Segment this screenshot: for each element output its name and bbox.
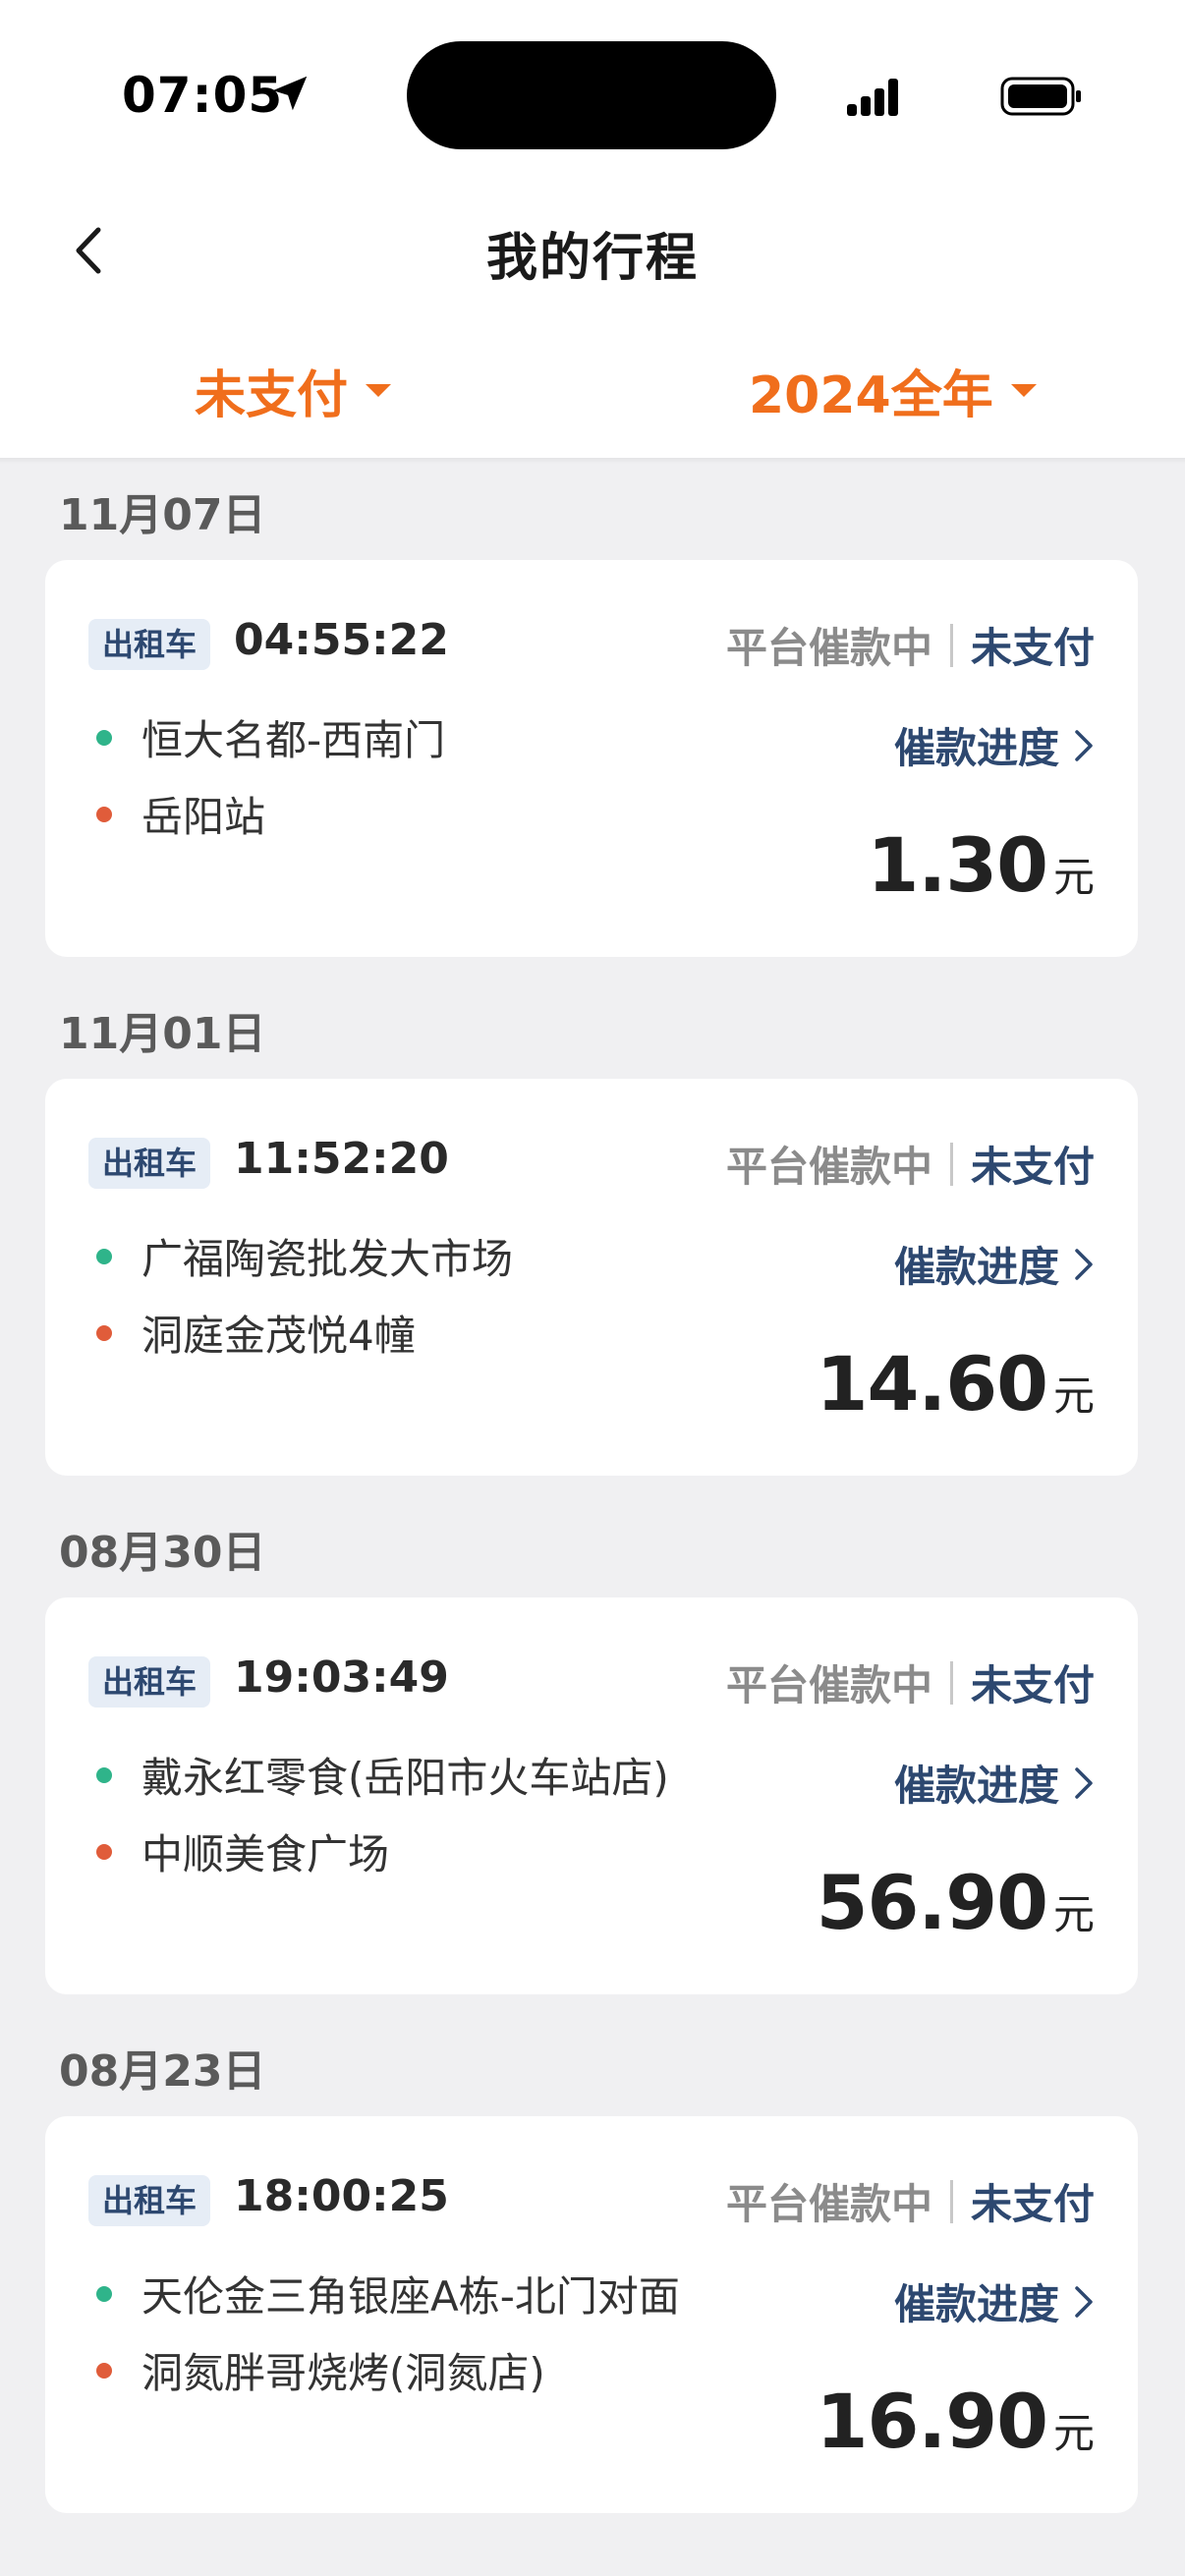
collection-progress-link[interactable]: 催款进度 xyxy=(894,1234,1095,1294)
header-divider xyxy=(0,458,1185,464)
status-time: 07:05 xyxy=(122,67,284,124)
date-header: 08月23日 xyxy=(59,2046,266,2097)
trip-amount: 14.60 元 xyxy=(817,1340,1095,1428)
end-location: 洞氮胖哥烧烤(洞氮店) xyxy=(141,2349,545,2397)
start-location: 天伦金三角银座A栋-北门对面 xyxy=(141,2272,680,2321)
route-start: 广福陶瓷批发大市场 xyxy=(96,1226,513,1286)
collection-progress-label: 催款进度 xyxy=(893,2280,1059,2328)
amount-unit: 元 xyxy=(1052,853,1095,901)
battery-icon xyxy=(1000,77,1081,116)
collection-progress-link[interactable]: 催款进度 xyxy=(894,2271,1095,2331)
platform-status: 平台催款中 xyxy=(725,624,932,672)
year-filter-dropdown[interactable]: 2024全年 xyxy=(749,354,1037,427)
route-start: 天伦金三角银座A栋-北门对面 xyxy=(96,2264,680,2324)
start-dot-icon xyxy=(96,2285,112,2302)
collection-progress-link[interactable]: 催款进度 xyxy=(894,1753,1095,1813)
date-header: 08月30日 xyxy=(59,1528,266,1578)
trip-time: 19:03:49 xyxy=(234,1652,449,1703)
amount-value: 14.60 xyxy=(816,1340,1048,1428)
trip-card[interactable]: 出租车 19:03:49 平台催款中 未支付 戴永红零食(岳阳市火车站店) 中顺… xyxy=(45,1597,1138,1994)
trip-status: 平台催款中 未支付 xyxy=(726,2171,1095,2231)
start-location: 戴永红零食(岳阳市火车站店) xyxy=(141,1754,669,1802)
chevron-right-icon xyxy=(1075,1766,1093,1799)
trip-card[interactable]: 出租车 04:55:22 平台催款中 未支付 恒大名都-西南门 岳阳站 催款进度… xyxy=(45,560,1138,957)
trip-amount: 56.90 元 xyxy=(817,1859,1095,1946)
navigation-bar: 我的行程 xyxy=(0,187,1185,314)
route-start: 恒大名都-西南门 xyxy=(96,707,445,767)
payment-status: 未支付 xyxy=(970,1661,1095,1709)
route-end: 中顺美食广场 xyxy=(96,1821,389,1881)
trip-time: 11:52:20 xyxy=(234,1134,449,1184)
payment-status: 未支付 xyxy=(970,624,1095,672)
platform-status: 平台催款中 xyxy=(725,1143,932,1191)
end-dot-icon xyxy=(96,1324,112,1341)
amount-unit: 元 xyxy=(1052,1372,1095,1420)
page: 07:05 我的行程 未支付 2024全年 11月07日 出租车 04:55:2… xyxy=(0,0,1185,2576)
date-header: 11月07日 xyxy=(59,490,266,540)
end-location: 中顺美食广场 xyxy=(141,1830,390,1878)
payment-status: 未支付 xyxy=(970,1143,1095,1191)
trip-status: 平台催款中 未支付 xyxy=(726,1652,1095,1712)
trip-card[interactable]: 出租车 11:52:20 平台催款中 未支付 广福陶瓷批发大市场 洞庭金茂悦4幢… xyxy=(45,1079,1138,1476)
status-divider xyxy=(949,2179,953,2223)
collection-progress-label: 催款进度 xyxy=(893,1243,1059,1291)
platform-status: 平台催款中 xyxy=(725,2180,932,2228)
chevron-right-icon xyxy=(1075,729,1093,761)
collection-progress-link[interactable]: 催款进度 xyxy=(894,715,1095,775)
trip-status: 平台催款中 未支付 xyxy=(726,1134,1095,1194)
amount-unit: 元 xyxy=(1052,1890,1095,1938)
location-arrow-icon xyxy=(272,76,308,111)
payment-status: 未支付 xyxy=(970,2180,1095,2228)
status-filter-dropdown[interactable]: 未支付 xyxy=(195,354,392,427)
end-location: 岳阳站 xyxy=(141,793,266,841)
status-divider xyxy=(949,1142,953,1186)
caret-down-icon xyxy=(366,384,392,397)
trip-time: 18:00:25 xyxy=(234,2171,449,2221)
status-divider xyxy=(949,623,953,667)
route-end: 洞氮胖哥烧烤(洞氮店) xyxy=(96,2340,545,2400)
platform-status: 平台催款中 xyxy=(725,1661,932,1709)
header-area: 07:05 我的行程 未支付 2024全年 xyxy=(0,0,1185,462)
signal-icon xyxy=(847,79,898,116)
start-location: 广福陶瓷批发大市场 xyxy=(141,1235,514,1283)
filter-bar: 未支付 2024全年 xyxy=(0,324,1185,452)
amount-value: 16.90 xyxy=(816,2378,1048,2465)
end-dot-icon xyxy=(96,806,112,822)
chevron-right-icon xyxy=(1075,1248,1093,1280)
amount-value: 56.90 xyxy=(816,1859,1048,1946)
end-dot-icon xyxy=(96,1843,112,1860)
dynamic-island xyxy=(407,41,776,149)
end-dot-icon xyxy=(96,2362,112,2379)
end-location: 洞庭金茂悦4幢 xyxy=(141,1312,416,1360)
chevron-right-icon xyxy=(1075,2285,1093,2318)
trip-time: 04:55:22 xyxy=(234,615,449,665)
status-divider xyxy=(949,1660,953,1705)
date-header: 11月01日 xyxy=(59,1009,266,1059)
vehicle-type-tag: 出租车 xyxy=(88,2175,211,2226)
amount-value: 1.30 xyxy=(867,821,1048,909)
collection-progress-label: 催款进度 xyxy=(893,1762,1059,1810)
start-dot-icon xyxy=(96,1766,112,1783)
start-dot-icon xyxy=(96,1248,112,1264)
start-dot-icon xyxy=(96,729,112,746)
status-filter-label: 未支付 xyxy=(195,366,349,425)
vehicle-type-tag: 出租车 xyxy=(88,619,211,670)
trip-amount: 1.30 元 xyxy=(867,821,1095,909)
caret-down-icon xyxy=(1010,384,1037,397)
page-title: 我的行程 xyxy=(485,229,699,288)
vehicle-type-tag: 出租车 xyxy=(88,1656,211,1708)
route-end: 岳阳站 xyxy=(96,784,265,844)
year-filter-label: 2024全年 xyxy=(749,366,993,425)
start-location: 恒大名都-西南门 xyxy=(141,716,446,764)
trip-card[interactable]: 出租车 18:00:25 平台催款中 未支付 天伦金三角银座A栋-北门对面 洞氮… xyxy=(45,2116,1138,2513)
route-start: 戴永红零食(岳阳市火车站店) xyxy=(96,1745,669,1805)
collection-progress-label: 催款进度 xyxy=(893,724,1059,772)
trip-status: 平台催款中 未支付 xyxy=(726,615,1095,675)
route-end: 洞庭金茂悦4幢 xyxy=(96,1303,416,1363)
trip-amount: 16.90 元 xyxy=(817,2378,1095,2465)
vehicle-type-tag: 出租车 xyxy=(88,1138,211,1189)
status-bar: 07:05 xyxy=(0,0,1185,187)
amount-unit: 元 xyxy=(1052,2409,1095,2457)
